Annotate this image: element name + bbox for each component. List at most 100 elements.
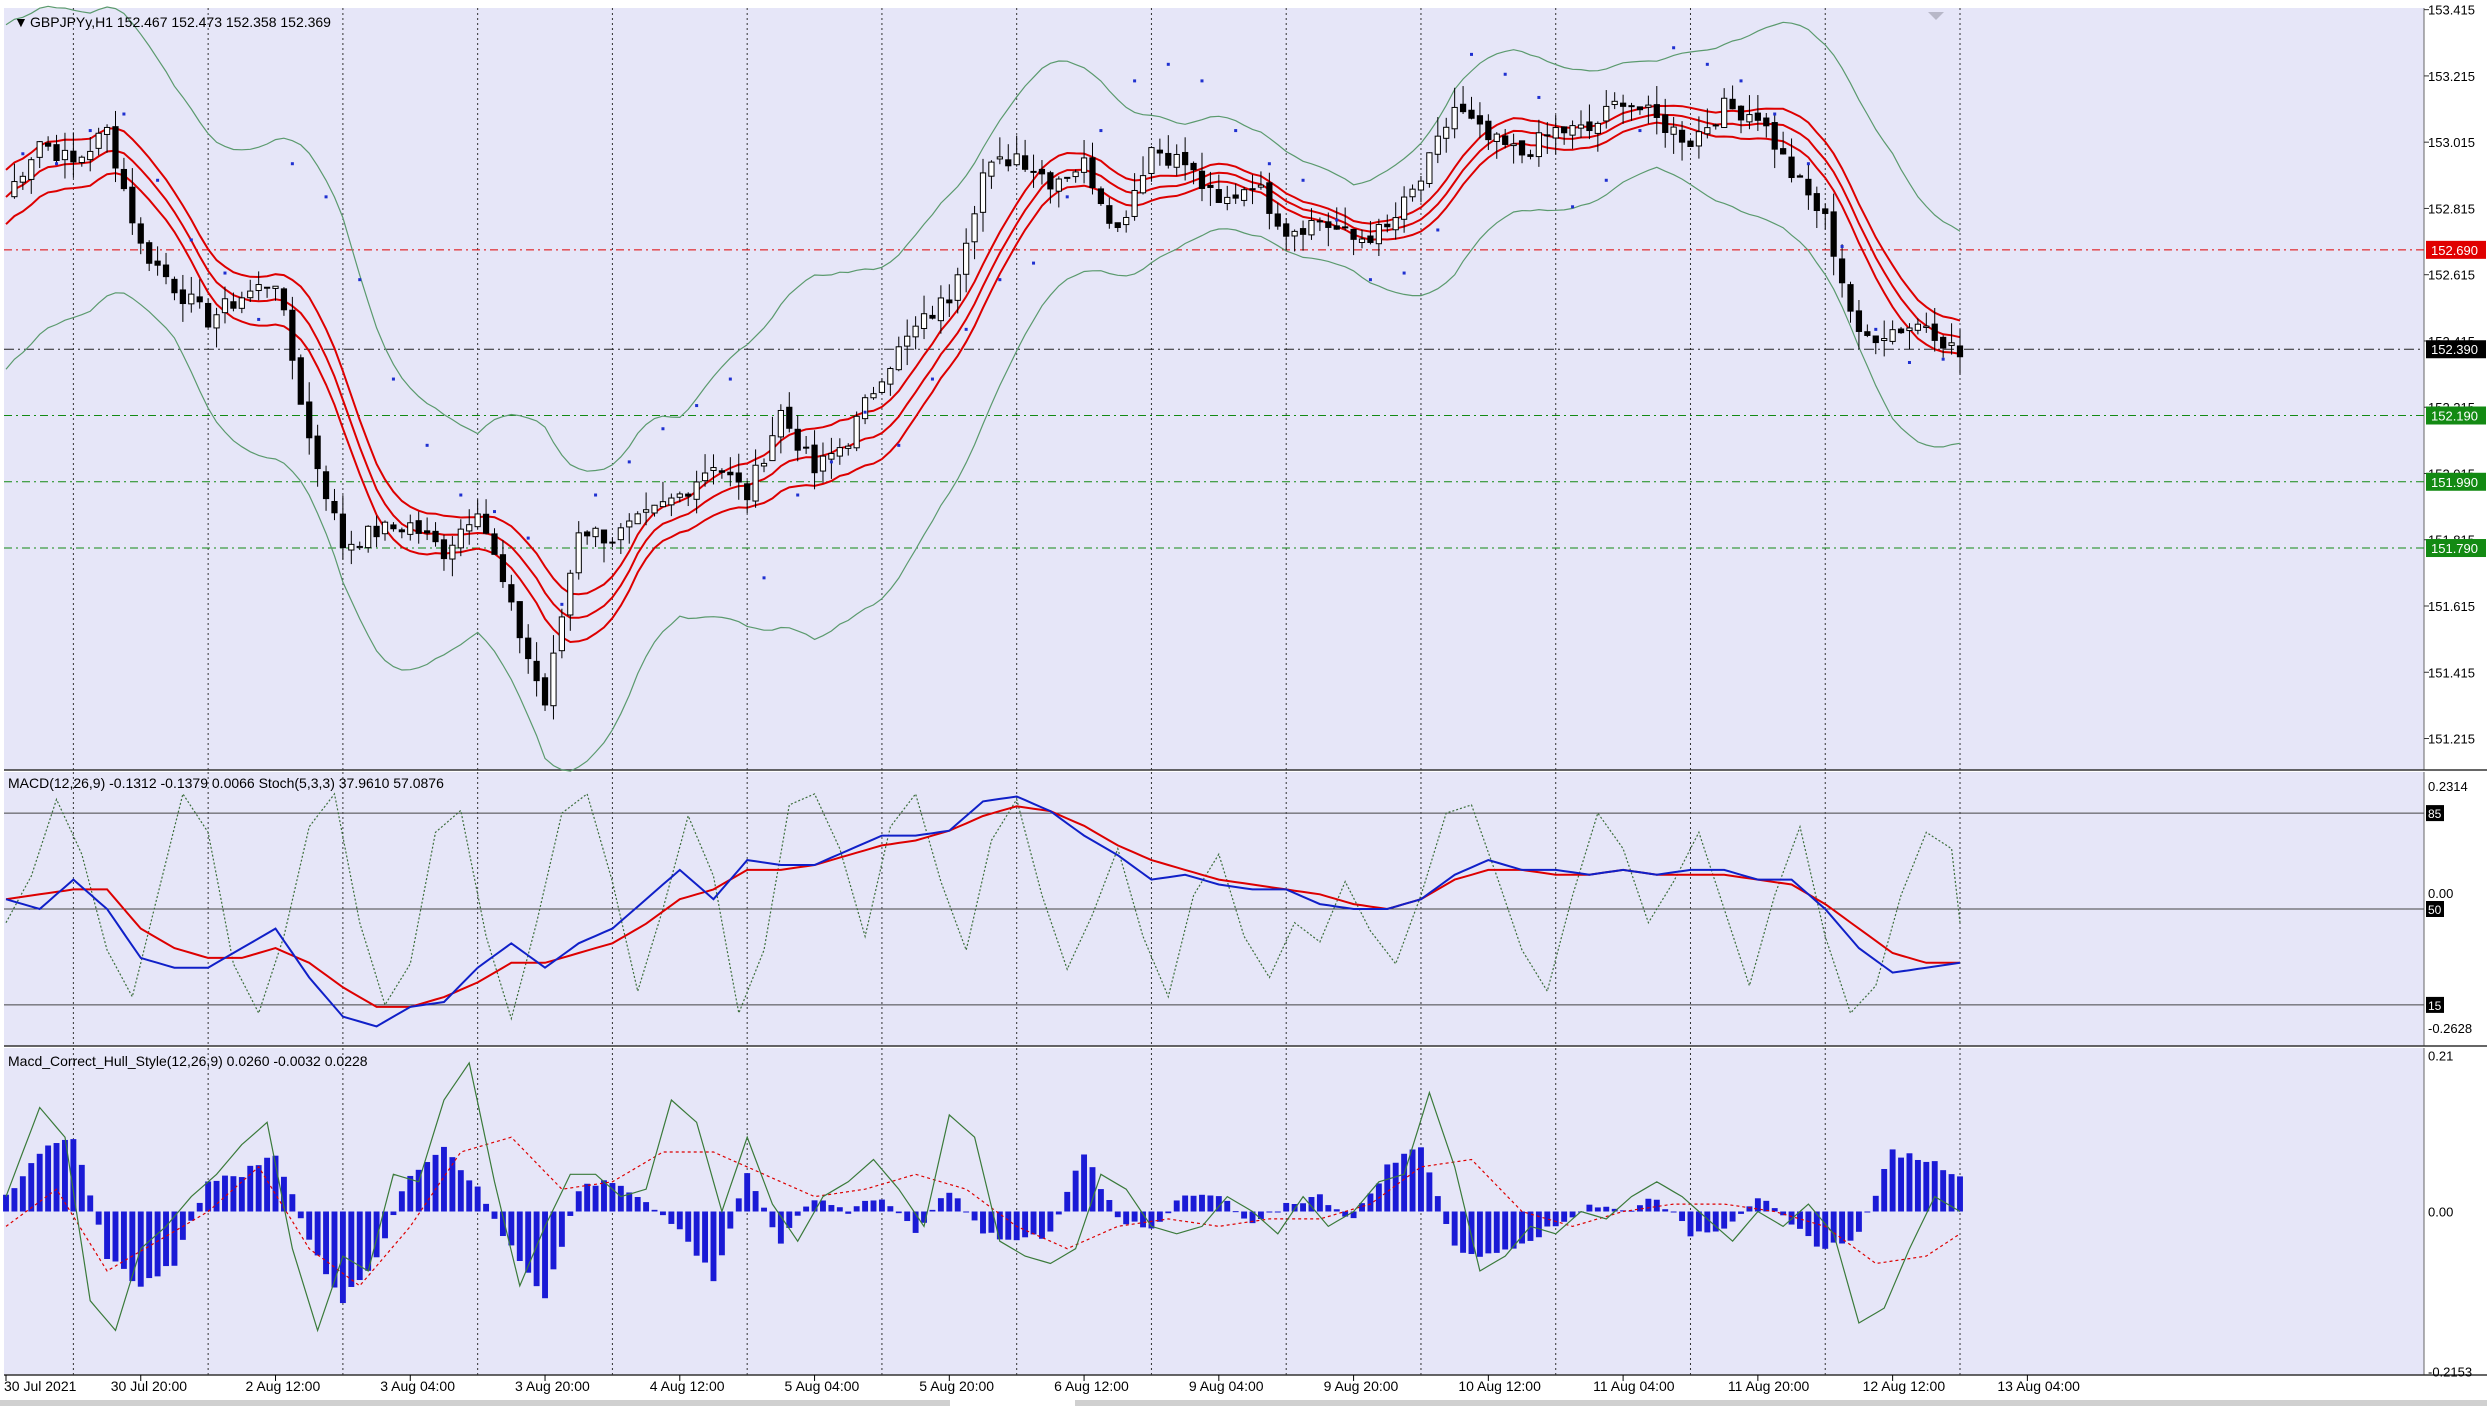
price-tick-label: 153.215	[2428, 69, 2475, 84]
hull-panel[interactable]: 0.21 0.00 -0.2153 Macd_Correct_Hull_Style(…	[3, 1048, 2487, 1380]
symbol-info: GBPJPYy,H1 152.467 152.473 152.358 152.3…	[30, 14, 331, 30]
hull-histogram-bar	[1898, 1157, 1904, 1212]
hull-histogram-bar	[550, 1211, 557, 1270]
hull-histogram-bar	[542, 1211, 548, 1299]
candle-body-bear	[1215, 189, 1222, 203]
hull-histogram-bar	[761, 1207, 767, 1212]
candle-body-bear	[744, 483, 751, 501]
candle-body-bull	[651, 504, 658, 514]
price-tick-label: 151.415	[2428, 665, 2475, 680]
hull-histogram-bar	[247, 1165, 254, 1212]
sar-dot	[1133, 79, 1137, 83]
hull-tick-label: 0.00	[2428, 1205, 2453, 1220]
sar-dot	[189, 238, 193, 242]
sar-dot	[1773, 112, 1777, 116]
candle-body-bear	[196, 296, 203, 303]
candle-body-bear	[727, 471, 734, 476]
hull-histogram-bar	[769, 1211, 776, 1228]
candle-body-bull	[642, 509, 650, 513]
price-tick-label: 151.215	[2428, 732, 2475, 747]
collapse-arrow-icon[interactable]: ▼	[14, 14, 28, 30]
hull-histogram-bar	[45, 1145, 52, 1212]
sar-dot	[1604, 178, 1608, 182]
candle-body-bear	[1619, 102, 1627, 107]
hull-histogram-bar	[668, 1211, 675, 1224]
horizontal-scrollbar-right[interactable]	[1075, 1400, 2487, 1406]
candle-body-bull	[1695, 131, 1703, 147]
candle-body-bear	[946, 299, 953, 304]
candle-body-bull	[937, 297, 944, 322]
stoch-level-tag-label: 85	[2428, 807, 2442, 821]
hull-histogram-bar	[289, 1194, 296, 1212]
hull-histogram-bar	[1485, 1211, 1492, 1254]
candle-body-bear	[1855, 310, 1863, 332]
hull-histogram-bar	[1072, 1170, 1079, 1212]
candle-body-bear	[499, 554, 507, 583]
hull-histogram-bar	[1047, 1211, 1054, 1232]
candle-body-bear	[1586, 121, 1593, 132]
macd-stoch-panel[interactable]: 0.2314 0.00 -0.2628 85 50 15 MACD(12,26,9) -0…	[4, 772, 2487, 1047]
time-tick-label: 6 Aug 12:00	[1054, 1378, 1129, 1394]
hull-histogram-bar	[53, 1143, 60, 1212]
horizontal-scrollbar-left[interactable]	[0, 1400, 950, 1406]
candle-body-bull	[1493, 133, 1500, 142]
candle-body-bull	[95, 132, 102, 149]
hull-histogram-bar	[1283, 1202, 1290, 1212]
candle-body-bear	[1822, 208, 1829, 214]
hull-histogram-bar	[836, 1207, 843, 1212]
chart-canvas[interactable]: 153.415153.215153.015152.815152.615152.4…	[0, 0, 2487, 1406]
sar-dot	[1301, 178, 1305, 182]
price-tick-label: 151.615	[2428, 599, 2475, 614]
candle-body-bear	[179, 289, 186, 305]
candle-body-bull	[1746, 114, 1753, 123]
hull-histogram-bar	[1502, 1211, 1509, 1250]
candle-body-bull	[1510, 143, 1517, 147]
macd-tick-label: 0.2314	[2428, 779, 2468, 794]
hull-histogram-bar	[1552, 1211, 1559, 1227]
hull-histogram-bar	[1468, 1211, 1475, 1255]
candle-body-bull	[803, 446, 810, 449]
price-panel[interactable]: 153.415153.215153.015152.815152.615152.4…	[4, 3, 2487, 772]
hull-histogram-bar	[432, 1154, 439, 1212]
candle-body-bull	[912, 325, 919, 338]
hull-histogram-bar	[1367, 1193, 1374, 1212]
hull-histogram-bar	[1199, 1194, 1205, 1212]
hull-histogram-bar	[1064, 1191, 1071, 1212]
candle-body-bear	[685, 493, 692, 497]
price-tick-label: 153.015	[2428, 135, 2475, 150]
candle-body-bear	[1527, 154, 1534, 157]
candle-body-bull	[558, 616, 565, 652]
candle-body-bear	[230, 301, 237, 309]
candle-body-bear	[1299, 228, 1307, 235]
macd-stoch-label: MACD(12,26,9) -0.1312 -0.1379 0.0066 Sto…	[8, 775, 444, 791]
candle-body-bear	[53, 144, 60, 161]
candle-body-bear	[1847, 284, 1854, 312]
candle-body-bull	[550, 652, 557, 707]
sar-dot	[1470, 52, 1473, 56]
candle-body-bear	[1872, 335, 1879, 344]
sar-dot	[1739, 79, 1743, 83]
candle-body-bull	[213, 314, 220, 329]
candle-body-bull	[1013, 153, 1020, 166]
candle-body-bear	[1283, 223, 1290, 237]
hull-histogram-bar	[1923, 1161, 1930, 1212]
sar-dot	[1907, 360, 1911, 364]
candle-body-bear	[1384, 223, 1391, 228]
candle-body-bull	[28, 159, 35, 180]
stoch-level-tag-label: 15	[2428, 999, 2442, 1013]
sar-dot	[863, 410, 867, 414]
hull-histogram-bar	[1131, 1211, 1138, 1222]
hull-histogram-bar	[1190, 1195, 1197, 1212]
time-tick-label: 11 Aug 04:00	[1593, 1378, 1675, 1394]
candle-body-bear	[718, 470, 726, 473]
candle-body-bull	[845, 445, 852, 449]
hull-histogram-bar	[744, 1173, 751, 1212]
hull-histogram-bar	[1232, 1211, 1239, 1213]
sar-dot	[1032, 261, 1036, 265]
sar-dot	[1503, 72, 1507, 76]
candle-body-bull	[1569, 125, 1576, 136]
candle-body-bear	[1940, 336, 1947, 349]
hull-histogram-bar	[1182, 1195, 1189, 1212]
candle-body-bear	[171, 278, 178, 294]
hull-histogram-bar	[457, 1170, 464, 1212]
